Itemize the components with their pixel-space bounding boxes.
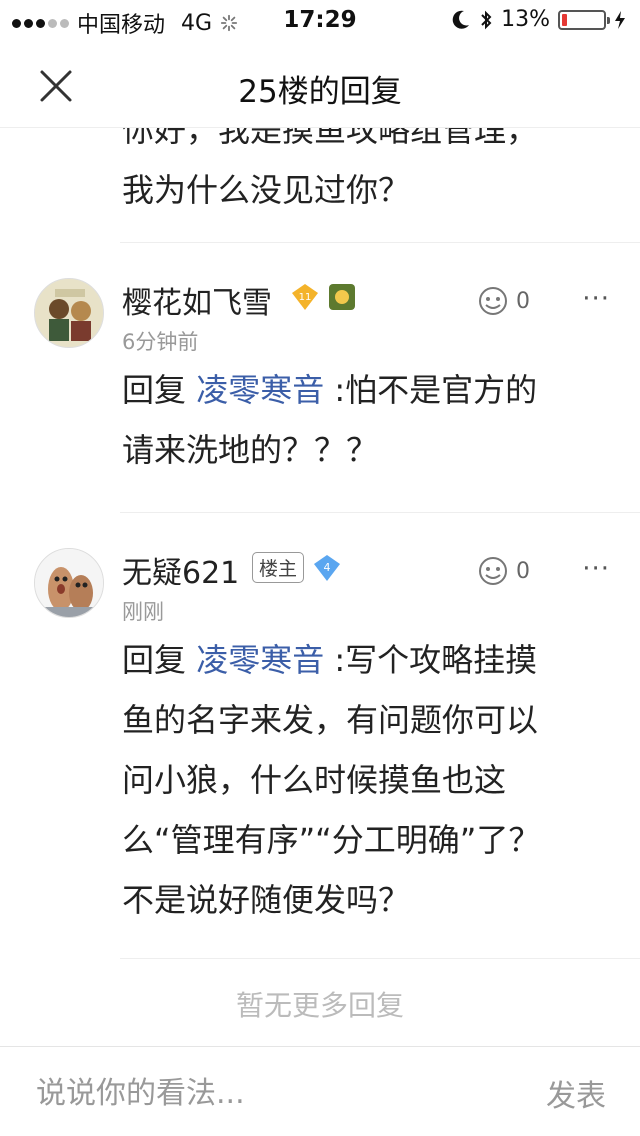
mention-link[interactable]: 凌零寒音	[196, 371, 324, 409]
bluetooth-icon	[481, 10, 492, 29]
reply-time: 刚刚	[122, 600, 164, 624]
username[interactable]: 樱花如飞雪	[122, 278, 272, 322]
reply-line-5: 不是说好随便发吗？	[122, 881, 411, 919]
like-icon	[479, 557, 507, 585]
avatar-image	[35, 549, 103, 617]
status-bar: 中国移动 4G 17:29 13%	[0, 0, 640, 40]
username[interactable]: 无疑621	[122, 548, 239, 592]
reply-time: 6分钟前	[122, 330, 199, 354]
moon-icon	[452, 10, 470, 29]
reply-text: :怕不是官方的	[334, 371, 538, 409]
reply-line-1: 回复 凌零寒音 :写个攻略挂摸	[122, 630, 612, 690]
reply-prefix: 回复	[122, 641, 187, 679]
badges: 楼主 4	[252, 552, 342, 583]
reply-text: :写个攻略挂摸	[334, 641, 538, 679]
reply-line-2: 鱼的名字来发，有问题你可以	[122, 701, 539, 739]
mention-link[interactable]: 凌零寒音	[196, 641, 324, 679]
like-button[interactable]: 0	[476, 286, 530, 316]
divider	[120, 512, 640, 513]
like-count: 0	[516, 288, 530, 314]
more-options-button[interactable]: ···	[582, 554, 610, 584]
no-more-replies: 暂无更多回复	[235, 989, 404, 1022]
level-number: 4	[324, 561, 331, 574]
reply-content: 回复 凌零寒音 :怕不是官方的 请来洗地的？？？	[122, 360, 612, 480]
page-title: 25楼的回复	[238, 74, 402, 110]
level-number: 11	[299, 292, 312, 303]
reply-line-2: 请来洗地的？？？	[122, 431, 379, 469]
reply-list[interactable]: 你好，我是摸鱼攻略组管理， 我为什么没见过你？ 樱花如飞雪 11 0 ··· 6…	[0, 128, 640, 1046]
like-icon	[479, 287, 507, 315]
divider	[120, 242, 640, 243]
avatar-image	[35, 279, 103, 347]
partial-line-2: 我为什么没见过你？	[122, 171, 411, 209]
level-badge-icon: 4	[314, 554, 341, 581]
comment-bar: 发表	[0, 1046, 640, 1136]
like-button[interactable]: 0	[476, 556, 530, 586]
op-badge: 楼主	[252, 552, 305, 583]
reply-line-1: 回复 凌零寒音 :怕不是官方的	[122, 360, 612, 420]
battery-level	[562, 13, 568, 26]
reply-prefix: 回复	[122, 371, 187, 409]
avatar[interactable]	[34, 548, 104, 618]
avatar[interactable]	[34, 278, 104, 348]
partial-previous-reply: 你好，我是摸鱼攻略组管理， 我为什么没见过你？	[122, 128, 602, 220]
divider	[120, 958, 640, 959]
medal-icon	[329, 284, 355, 310]
header: 25楼的回复	[0, 40, 640, 128]
more-options-button[interactable]: ···	[582, 284, 610, 314]
reply-line-4: 么“管理有序”“分工明确”了？	[122, 821, 541, 859]
badges: 11	[290, 282, 356, 312]
reply-content: 回复 凌零寒音 :写个攻略挂摸 鱼的名字来发，有问题你可以 问小狼，什么时候摸鱼…	[122, 630, 612, 930]
charging-icon	[615, 10, 625, 29]
send-button[interactable]: 发表	[546, 1071, 606, 1115]
reply-line-3: 问小狼，什么时候摸鱼也这	[122, 761, 507, 799]
like-count: 0	[516, 558, 530, 584]
status-right: 13%	[451, 7, 626, 32]
comment-input[interactable]	[36, 1071, 476, 1115]
level-badge-icon: 11	[292, 284, 318, 310]
partial-line-1: 你好，我是摸鱼攻略组管理，	[122, 128, 539, 149]
battery-icon	[558, 9, 610, 30]
battery-percent: 13%	[501, 7, 550, 32]
